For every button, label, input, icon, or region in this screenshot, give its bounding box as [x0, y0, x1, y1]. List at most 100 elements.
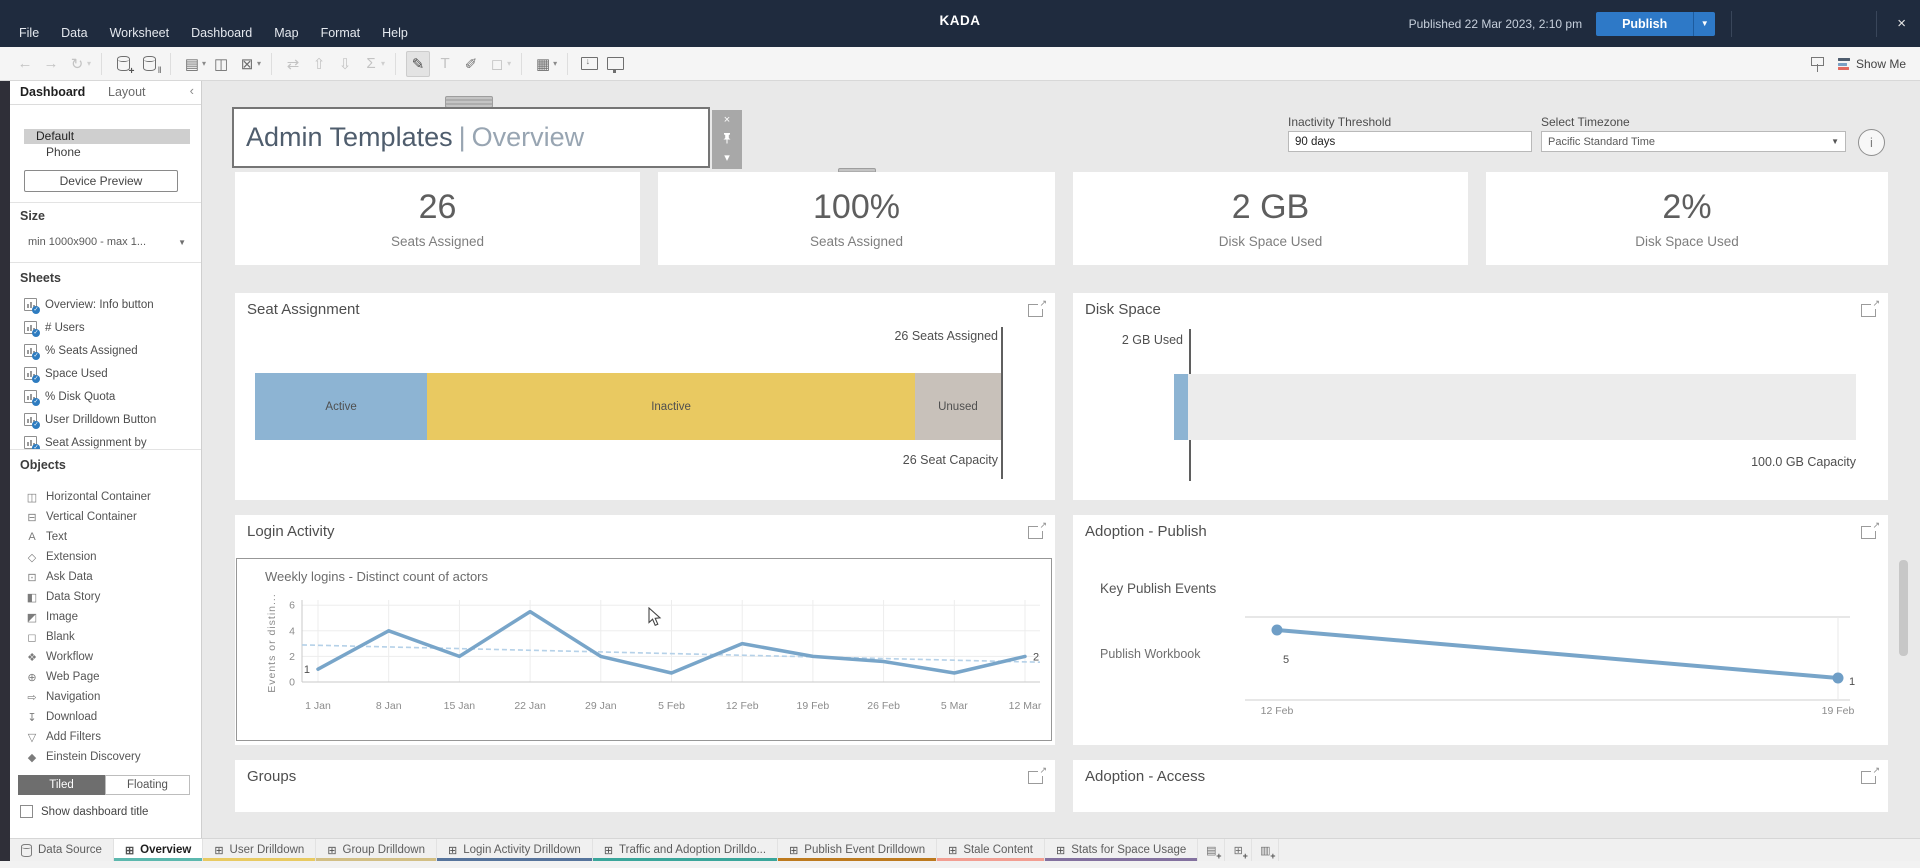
object-item-blank[interactable]: ◻Blank	[10, 627, 201, 647]
tab-publish-event-drilldown[interactable]: ⊞Publish Event Drilldown	[778, 839, 937, 861]
show-dashboard-title-checkbox[interactable]	[20, 805, 33, 818]
menu-worksheet[interactable]: Worksheet	[99, 21, 181, 45]
sheet-item-space-used[interactable]: Space Used	[10, 362, 201, 385]
seat-segment-active[interactable]: Active	[255, 373, 427, 440]
pause-auto-updates-icon[interactable]	[138, 52, 160, 76]
annotation-icon[interactable]: ✐	[460, 52, 482, 76]
menu-data[interactable]: Data	[50, 21, 98, 45]
tab-stale-content[interactable]: ⊞Stale Content	[937, 839, 1045, 861]
object-item-web-page[interactable]: ⊕Web Page	[10, 667, 201, 687]
menu-help[interactable]: Help	[371, 21, 419, 45]
menu-file[interactable]: File	[8, 21, 50, 45]
object-item-horizontal-container[interactable]: ◫Horizontal Container	[10, 487, 201, 507]
show-me-label[interactable]: Show Me	[1856, 57, 1906, 71]
sort-descending-icon[interactable]: ⇩	[334, 52, 356, 76]
tab-data-source[interactable]: Data Source	[10, 839, 114, 861]
device-preview-button[interactable]: Device Preview	[24, 170, 178, 192]
tab-traffic-and-adoption-drilldo-[interactable]: ⊞Traffic and Adoption Drilldo...	[593, 839, 778, 861]
tiled-toggle-button[interactable]: Tiled	[18, 775, 105, 795]
inactivity-threshold-field[interactable]	[1288, 131, 1532, 152]
remove-container-icon[interactable]: ×	[724, 115, 730, 126]
object-item-image[interactable]: ◩Image	[10, 607, 201, 627]
tab-group-drilldown[interactable]: ⊞Group Drilldown	[316, 839, 437, 861]
device-item-default[interactable]: Default	[24, 129, 190, 144]
menu-map[interactable]: Map	[263, 21, 309, 45]
publish-button[interactable]: Publish	[1596, 12, 1693, 36]
menu-format[interactable]: Format	[310, 21, 372, 45]
dashboard-title-container[interactable]: Admin Templates | Overview	[232, 107, 710, 168]
tab-stats-for-space-usage[interactable]: ⊞Stats for Space Usage	[1045, 839, 1198, 861]
replay-caret-icon[interactable]: ▾	[87, 59, 91, 68]
object-item-ask-data[interactable]: ⊡Ask Data	[10, 567, 201, 587]
menu-dashboard[interactable]: Dashboard	[180, 21, 263, 45]
login-activity-line-chart[interactable]: 02461 Jan8 Jan15 Jan22 Jan29 Jan5 Feb12 …	[235, 515, 1055, 745]
undo-icon[interactable]: ←	[14, 52, 36, 76]
close-icon[interactable]: ×	[1891, 14, 1912, 33]
object-item-text[interactable]: AText	[10, 527, 201, 547]
swap-rows-columns-icon[interactable]: ⇄	[282, 52, 304, 76]
tab-user-drilldown[interactable]: ⊞User Drilldown	[203, 839, 316, 861]
size-dropdown[interactable]: min 1000x900 - max 1... ▼	[28, 233, 186, 251]
floating-toggle-button[interactable]: Floating	[105, 775, 190, 795]
redo-icon[interactable]: →	[40, 52, 62, 76]
totals-icon[interactable]: Σ	[360, 52, 382, 76]
object-item-extension[interactable]: ◇Extension	[10, 547, 201, 567]
tab-layout[interactable]: Layout	[108, 85, 146, 99]
highlight-icon[interactable]: ✎	[406, 51, 430, 77]
sheet-item-user-drilldown-button[interactable]: User Drilldown Button	[10, 408, 201, 431]
object-item-data-story[interactable]: ◧Data Story	[10, 587, 201, 607]
device-item-phone[interactable]: Phone	[24, 145, 190, 160]
sheet-item--disk-quota[interactable]: % Disk Quota	[10, 385, 201, 408]
timezone-select[interactable]: Pacific Standard Time ▼	[1541, 131, 1846, 152]
sheet-item--seats-assigned[interactable]: % Seats Assigned	[10, 339, 201, 362]
new-worksheet-icon[interactable]: ▤	[181, 52, 203, 76]
show-hide-cards-caret-icon[interactable]: ▾	[553, 59, 557, 68]
publish-dropdown-caret-icon[interactable]: ▼	[1693, 12, 1715, 36]
borders-icon[interactable]: ◻	[486, 52, 508, 76]
go-to-sheet-icon[interactable]	[1861, 304, 1876, 317]
text-label-icon[interactable]: T	[434, 52, 456, 76]
adoption-publish-line-chart[interactable]: 5112 Feb19 Feb	[1073, 515, 1888, 745]
go-to-sheet-icon[interactable]	[1028, 771, 1043, 784]
duplicate-sheet-icon[interactable]: ◫	[210, 52, 232, 76]
borders-caret-icon[interactable]: ▾	[507, 59, 511, 68]
download-presentation-icon[interactable]	[578, 52, 600, 76]
show-dashboard-title-row[interactable]: Show dashboard title	[20, 805, 148, 818]
new-dashboard-button[interactable]: ⊞	[1225, 839, 1252, 861]
presentation-mode-icon[interactable]	[604, 52, 626, 76]
replay-icon[interactable]: ↻	[66, 52, 88, 76]
new-story-button[interactable]: ▥	[1252, 839, 1279, 861]
go-to-sheet-icon[interactable]	[1861, 771, 1876, 784]
object-item-download[interactable]: ↧Download	[10, 707, 201, 727]
new-worksheet-caret-icon[interactable]: ▾	[202, 59, 206, 68]
disk-capacity-bar[interactable]	[1174, 374, 1856, 440]
collapse-pane-icon[interactable]: ‹	[190, 83, 194, 98]
tab-overview[interactable]: ⊞Overview	[114, 839, 203, 861]
inactivity-threshold-input[interactable]	[1295, 136, 1525, 148]
object-item-vertical-container[interactable]: ⊟Vertical Container	[10, 507, 201, 527]
show-hide-cards-icon[interactable]: ▦	[532, 52, 554, 76]
object-item-navigation[interactable]: ⇨Navigation	[10, 687, 201, 707]
show-me-icon[interactable]	[1838, 58, 1850, 70]
seat-segment-unused[interactable]: Unused	[915, 373, 1001, 440]
tab-login-activity-drilldown[interactable]: ⊞Login Activity Drilldown	[437, 839, 593, 861]
new-data-source-icon[interactable]	[112, 52, 134, 76]
clear-sheet-caret-icon[interactable]: ▾	[257, 59, 261, 68]
sheet-item-seat-assignment-by[interactable]: Seat Assignment by	[10, 431, 201, 449]
disk-used-bar[interactable]	[1174, 374, 1188, 440]
totals-caret-icon[interactable]: ▾	[381, 59, 385, 68]
sheet-item-overview-info-button[interactable]: Overview: Info button	[10, 293, 201, 316]
object-item-add-filters[interactable]: ▽Add Filters	[10, 727, 201, 747]
clear-sheet-icon[interactable]: ⊠	[236, 52, 258, 76]
status-flag-icon[interactable]	[1811, 56, 1824, 72]
sheet-item--users[interactable]: # Users	[10, 316, 201, 339]
pin-icon[interactable]	[722, 132, 732, 147]
chevron-down-icon[interactable]: ▾	[724, 153, 730, 164]
seat-segment-inactive[interactable]: Inactive	[427, 373, 915, 440]
seat-assignment-stacked-bar[interactable]: ActiveInactiveUnused	[255, 373, 1001, 440]
object-item-einstein-discovery[interactable]: ◆Einstein Discovery	[10, 747, 201, 767]
sort-ascending-icon[interactable]: ⇧	[308, 52, 330, 76]
object-item-workflow[interactable]: ❖Workflow	[10, 647, 201, 667]
info-button[interactable]: i	[1858, 129, 1885, 156]
new-worksheet-button[interactable]: ▤	[1198, 839, 1225, 861]
